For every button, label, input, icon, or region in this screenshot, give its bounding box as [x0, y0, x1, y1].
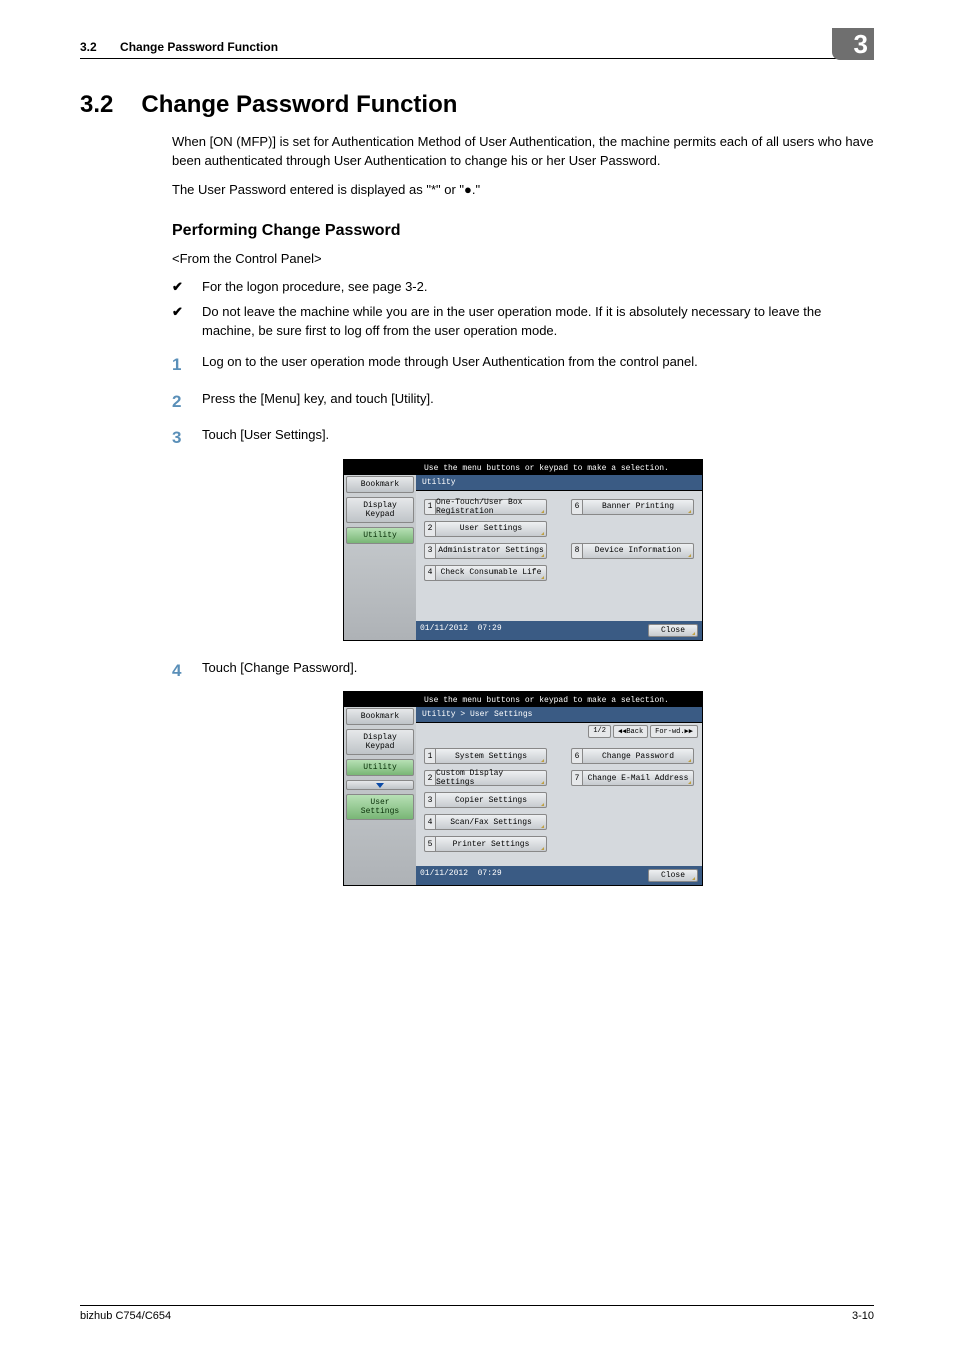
- intro-paragraph: When [ON (MFP)] is set for Authenticatio…: [172, 133, 874, 171]
- footer-model: bizhub C754/C654: [80, 1310, 171, 1322]
- step-text: Touch [Change Password].: [202, 659, 357, 684]
- step-item: 4 Touch [Change Password].: [172, 659, 874, 684]
- back-button[interactable]: ◀◀Back: [613, 725, 648, 738]
- sidebar-bookmark[interactable]: Bookmark: [346, 476, 414, 493]
- menu-item[interactable]: 6Banner Printing: [571, 499, 694, 515]
- menu-item[interactable]: 6Change Password: [571, 748, 694, 764]
- check-text: For the logon procedure, see page 3-2.: [202, 278, 427, 297]
- status-time: 07:29: [478, 624, 502, 633]
- check-item: ✔ Do not leave the machine while you are…: [172, 303, 874, 341]
- menu-item[interactable]: 5Printer Settings: [424, 836, 547, 852]
- menu-item[interactable]: 2User Settings: [424, 521, 547, 537]
- close-button[interactable]: Close: [648, 869, 698, 882]
- step-text: Touch [User Settings].: [202, 426, 329, 451]
- section-title-text: Change Password Function: [141, 91, 457, 118]
- page-header: 3.2 Change Password Function: [80, 40, 874, 59]
- step-number: 2: [172, 390, 202, 415]
- step-item: 3 Touch [User Settings].: [172, 426, 874, 451]
- step-text: Press the [Menu] key, and touch [Utility…: [202, 390, 434, 415]
- header-section-name: Change Password Function: [120, 40, 278, 54]
- menu-item[interactable]: 1System Settings: [424, 748, 547, 764]
- chevron-down-icon: [346, 780, 414, 790]
- menu-item[interactable]: 8Device Information: [571, 543, 694, 559]
- step-item: 2 Press the [Menu] key, and touch [Utili…: [172, 390, 874, 415]
- step-number: 3: [172, 426, 202, 451]
- menu-item[interactable]: 7Change E-Mail Address: [571, 770, 694, 786]
- step-number: 4: [172, 659, 202, 684]
- sidebar-display-keypad[interactable]: Display Keypad: [346, 497, 414, 523]
- menu-item[interactable]: 4Scan/Fax Settings: [424, 814, 547, 830]
- step-item: 1 Log on to the user operation mode thro…: [172, 353, 874, 378]
- section-title: 3.2 Change Password Function: [80, 91, 874, 119]
- status-bar: 01/11/2012 07:29 Close: [416, 866, 702, 885]
- status-bar: 01/11/2012 07:29 Close: [416, 621, 702, 640]
- page-indicator: 1/2: [588, 725, 611, 738]
- sidebar-bookmark[interactable]: Bookmark: [346, 708, 414, 725]
- sidebar-utility[interactable]: Utility: [346, 759, 414, 776]
- device-screenshot-user-settings: Use the menu buttons or keypad to make a…: [343, 691, 703, 886]
- menu-item[interactable]: 2Custom Display Settings: [424, 770, 547, 786]
- menu-item[interactable]: 3Copier Settings: [424, 792, 547, 808]
- sidebar-user-settings[interactable]: User Settings: [346, 794, 414, 820]
- pager: 1/2 ◀◀Back For-wd.▶▶: [416, 723, 702, 740]
- check-text: Do not leave the machine while you are i…: [202, 303, 874, 341]
- section-title-number: 3.2: [80, 91, 113, 119]
- close-button[interactable]: Close: [648, 624, 698, 637]
- page-footer: bizhub C754/C654 3-10: [80, 1305, 874, 1322]
- status-date: 01/11/2012: [420, 869, 468, 878]
- forward-button[interactable]: For-wd.▶▶: [650, 725, 698, 738]
- menu-item[interactable]: 1One-Touch/User Box Registration: [424, 499, 547, 515]
- subheading: Performing Change Password: [172, 222, 874, 240]
- check-icon: ✔: [172, 278, 202, 297]
- menu-item[interactable]: 3Administrator Settings: [424, 543, 547, 559]
- footer-page-number: 3-10: [852, 1310, 874, 1322]
- breadcrumb: Utility: [416, 475, 702, 491]
- sidebar-utility[interactable]: Utility: [346, 527, 414, 544]
- status-time: 07:29: [478, 869, 502, 878]
- step-number: 1: [172, 353, 202, 378]
- device-screenshot-utility: Use the menu buttons or keypad to make a…: [343, 459, 703, 641]
- screen-prompt: Use the menu buttons or keypad to make a…: [344, 460, 702, 475]
- display-note: The User Password entered is displayed a…: [172, 181, 874, 200]
- check-icon: ✔: [172, 303, 202, 341]
- header-section-number: 3.2: [80, 40, 97, 54]
- status-date: 01/11/2012: [420, 624, 468, 633]
- from-note: <From the Control Panel>: [172, 250, 874, 269]
- step-text: Log on to the user operation mode throug…: [202, 353, 698, 378]
- breadcrumb: Utility > User Settings: [416, 707, 702, 723]
- screen-prompt: Use the menu buttons or keypad to make a…: [344, 692, 702, 707]
- check-item: ✔ For the logon procedure, see page 3-2.: [172, 278, 874, 297]
- chapter-badge: 3: [832, 28, 874, 60]
- sidebar-display-keypad[interactable]: Display Keypad: [346, 729, 414, 755]
- menu-item[interactable]: 4Check Consumable Life: [424, 565, 547, 581]
